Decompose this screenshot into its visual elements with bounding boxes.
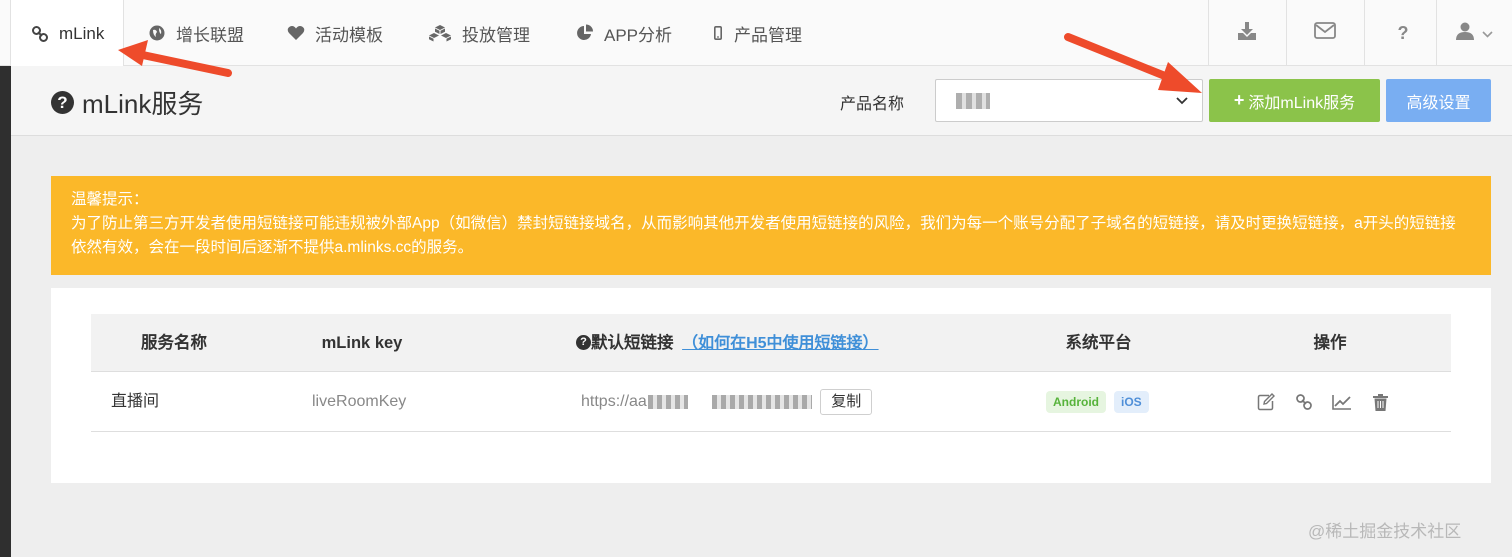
envelope-icon — [1314, 22, 1336, 44]
mobile-icon — [712, 24, 724, 42]
help-button[interactable]: ? — [1364, 0, 1441, 66]
add-mlink-service-button[interactable]: + 添加mLink服务 — [1209, 79, 1380, 122]
service-name-cell: 直播间 — [111, 393, 160, 410]
table-row: 直播间 liveRoomKey https://aa 复制 Android iO… — [91, 372, 1451, 432]
short-link-cell: https://aa 复制 — [581, 372, 873, 432]
product-selected-value — [956, 93, 990, 109]
product-label: 产品名称 — [840, 96, 905, 113]
nav-item-label: mLink — [59, 23, 105, 43]
copy-button[interactable]: 复制 — [820, 388, 873, 415]
user-menu[interactable] — [1436, 0, 1512, 66]
messages-button[interactable] — [1286, 0, 1363, 66]
platform-badge-ios: iOS — [1114, 391, 1149, 413]
mlink-key-cell: liveRoomKey — [312, 393, 407, 410]
download-icon — [1237, 21, 1257, 45]
annotation-arrow-left — [118, 40, 232, 77]
user-icon — [1456, 22, 1474, 45]
left-sidebar-edge — [0, 66, 11, 557]
advanced-settings-button[interactable]: 高级设置 — [1386, 79, 1491, 122]
redacted-url-part — [711, 394, 812, 409]
nav-item-delivery[interactable]: 投放管理 — [428, 0, 530, 66]
table-header: 服务名称 mLink key ? 默认短链接 （如何在H5中使用短链接） 系统平台… — [91, 314, 1451, 372]
cubes-icon — [428, 24, 452, 42]
nav-item-activity-templates[interactable]: 活动模板 — [287, 0, 383, 66]
question-icon: ? — [1397, 22, 1409, 43]
heart-icon — [287, 24, 305, 42]
short-link-url: https://aa — [581, 393, 647, 410]
pie-chart-icon — [576, 24, 594, 42]
header-actions: 操作 — [1313, 334, 1347, 352]
nav-item-label: APP分析 — [604, 25, 673, 45]
question-circle-icon[interactable]: ? — [576, 334, 591, 350]
warning-alert: 温馨提示： 为了防止第三方开发者使用短链接可能违规被外部App（如微信）禁封短链… — [51, 176, 1491, 275]
chevron-down-icon — [1482, 23, 1493, 43]
h5-usage-help-link[interactable]: （如何在H5中使用短链接） — [682, 335, 878, 352]
link-icon[interactable] — [1293, 391, 1315, 413]
watermark: @稀土掘金技术社区 — [1308, 522, 1462, 541]
trash-icon[interactable] — [1369, 391, 1391, 413]
warning-body: 为了防止第三方开发者使用短链接可能违规被外部App（如微信）禁封短链接域名，从而… — [71, 215, 1456, 256]
question-circle-icon[interactable]: ? — [51, 91, 74, 114]
header-service-name: 服务名称 — [141, 334, 207, 352]
line-chart-icon[interactable] — [1331, 391, 1353, 413]
nav-item-product-management[interactable]: 产品管理 — [712, 0, 802, 66]
warning-title: 温馨提示： — [71, 191, 149, 208]
redacted-url-part — [647, 394, 688, 409]
header-default-short-link: ? 默认短链接 （如何在H5中使用短链接） — [576, 314, 896, 372]
link-icon — [31, 25, 49, 43]
nav-item-label: 投放管理 — [462, 25, 530, 45]
nav-item-mlink[interactable]: mLink — [10, 0, 124, 67]
annotation-arrow-right — [1064, 33, 1202, 93]
plus-icon: + — [1233, 90, 1245, 110]
nav-item-app-analytics[interactable]: APP分析 — [576, 0, 672, 66]
header-short-link-label: 默认短链接 — [591, 334, 674, 352]
header-platform: 系统平台 — [1065, 334, 1132, 352]
nav-item-label: 产品管理 — [734, 25, 802, 45]
services-panel: 服务名称 mLink key ? 默认短链接 （如何在H5中使用短链接） 系统平台… — [51, 288, 1491, 483]
edit-icon[interactable] — [1255, 391, 1277, 413]
add-button-label: 添加mLink服务 — [1248, 94, 1356, 112]
nav-item-label: 活动模板 — [315, 25, 383, 45]
platform-badge-android: Android — [1046, 391, 1106, 413]
header-mlink-key: mLink key — [321, 334, 403, 352]
